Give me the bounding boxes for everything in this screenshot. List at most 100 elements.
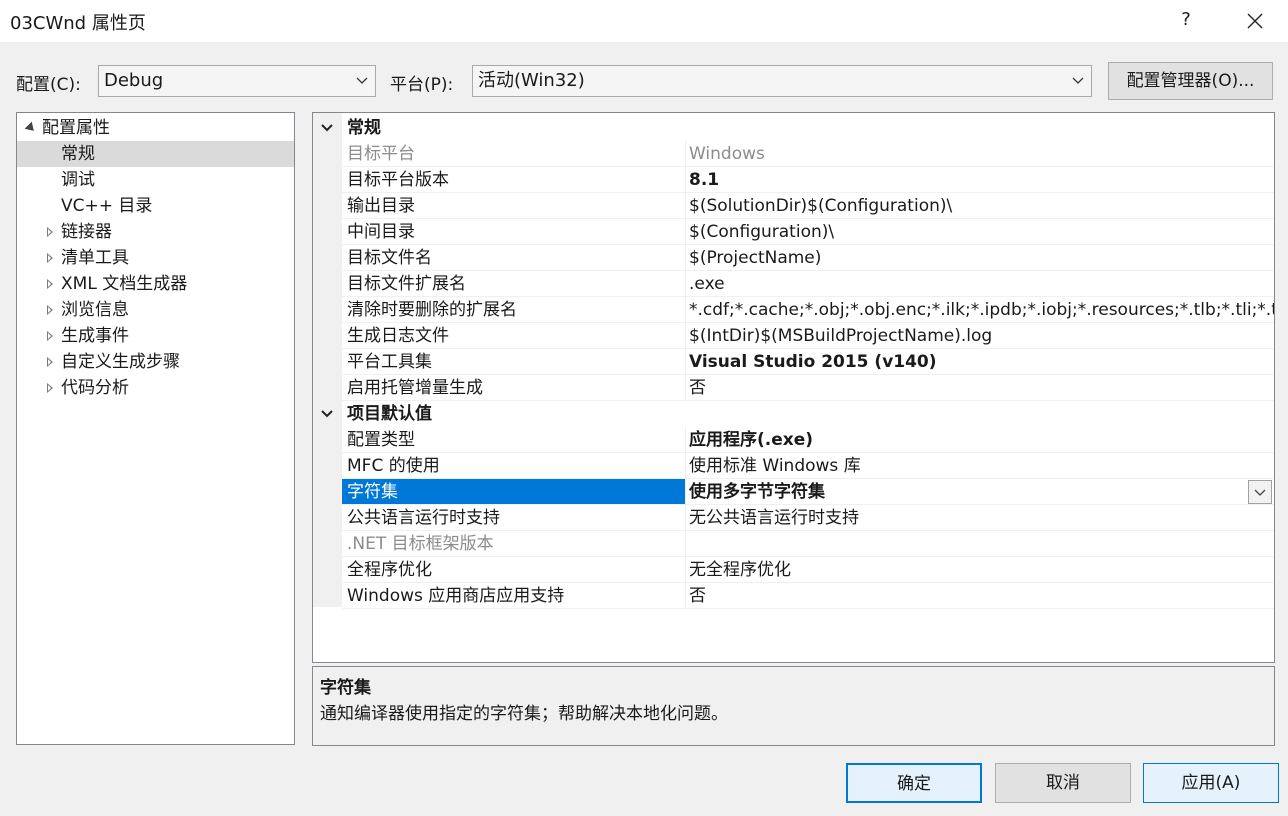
property-row[interactable]: MFC 的使用 使用标准 Windows 库: [313, 453, 1274, 479]
property-value[interactable]: 无全程序优化: [689, 557, 791, 583]
ok-button[interactable]: 确定: [846, 763, 982, 803]
property-value[interactable]: 8.1: [689, 167, 719, 193]
value-dropdown-button[interactable]: [1248, 480, 1272, 504]
row-divider: [342, 608, 1274, 609]
collapsed-triangle-icon: [47, 357, 53, 367]
apply-button[interactable]: 应用(A): [1143, 763, 1279, 803]
column-divider: [685, 375, 686, 401]
column-divider: [685, 583, 686, 609]
property-value[interactable]: Windows: [689, 141, 765, 167]
column-divider: [685, 505, 686, 531]
close-button[interactable]: [1240, 6, 1270, 36]
platform-combo[interactable]: 活动(Win32): [472, 65, 1092, 97]
grid-category-title: 项目默认值: [347, 404, 432, 424]
property-row[interactable]: 全程序优化 无全程序优化: [313, 557, 1274, 583]
property-row[interactable]: 目标平台版本 8.1: [313, 167, 1274, 193]
property-row[interactable]: 目标文件扩展名 .exe: [313, 271, 1274, 297]
property-name: 公共语言运行时支持: [347, 508, 500, 528]
tree-item[interactable]: 链接器: [17, 219, 294, 245]
tree-item[interactable]: 自定义生成步骤: [17, 349, 294, 375]
collapsed-triangle-icon: [47, 305, 53, 315]
property-value[interactable]: $(IntDir)$(MSBuildProjectName).log: [689, 323, 992, 349]
tree-item[interactable]: 调试: [17, 167, 294, 193]
property-name: 中间目录: [347, 222, 415, 242]
cancel-button[interactable]: 取消: [995, 763, 1131, 803]
tree-item[interactable]: 浏览信息: [17, 297, 294, 323]
property-row[interactable]: Windows 应用商店应用支持 否: [313, 583, 1274, 609]
property-value[interactable]: Visual Studio 2015 (v140): [689, 349, 937, 375]
tree-item-label: VC++ 目录: [61, 196, 153, 216]
description-text: 通知编译器使用指定的字符集；帮助解决本地化问题。: [320, 704, 728, 724]
column-divider: [685, 531, 686, 557]
chevron-down-icon: [349, 66, 375, 96]
description-title: 字符集: [320, 678, 371, 698]
collapsed-triangle-icon: [47, 331, 53, 341]
property-row[interactable]: 清除时要删除的扩展名 *.cdf;*.cache;*.obj;*.obj.enc;…: [313, 297, 1274, 323]
property-row[interactable]: .NET 目标框架版本: [313, 531, 1274, 557]
tree-item-label: XML 文档生成器: [61, 274, 188, 294]
tree-item[interactable]: VC++ 目录: [17, 193, 294, 219]
tree-item-label: 代码分析: [61, 378, 129, 398]
grid-category[interactable]: 常规: [313, 115, 1274, 141]
property-value[interactable]: $(Configuration)\: [689, 219, 834, 245]
collapsed-triangle-icon: [47, 227, 53, 237]
title-bar: 03CWnd 属性页 ?: [0, 0, 1288, 42]
property-row[interactable]: 公共语言运行时支持 无公共语言运行时支持: [313, 505, 1274, 531]
property-row[interactable]: 平台工具集 Visual Studio 2015 (v140): [313, 349, 1274, 375]
property-row[interactable]: 目标文件名 $(ProjectName): [313, 245, 1274, 271]
property-row[interactable]: 启用托管增量生成 否: [313, 375, 1274, 401]
tree-item[interactable]: 常规: [17, 141, 294, 167]
property-row[interactable]: 目标平台 Windows: [313, 141, 1274, 167]
property-value[interactable]: 否: [689, 375, 706, 401]
property-name: 配置类型: [347, 430, 415, 450]
config-manager-button[interactable]: 配置管理器(O)...: [1108, 62, 1273, 100]
platform-combo-value: 活动(Win32): [478, 70, 585, 91]
property-row[interactable]: 输出目录 $(SolutionDir)$(Configuration)\: [313, 193, 1274, 219]
property-value[interactable]: *.cdf;*.cache;*.obj;*.obj.enc;*.ilk;*.ip…: [689, 297, 1274, 323]
tree-item[interactable]: 代码分析: [17, 375, 294, 401]
tree-item-label: 链接器: [61, 222, 112, 242]
property-value[interactable]: 无公共语言运行时支持: [689, 505, 859, 531]
column-divider: [685, 349, 686, 375]
property-value[interactable]: $(SolutionDir)$(Configuration)\: [689, 193, 952, 219]
collapsed-triangle-icon: [47, 383, 53, 393]
property-row[interactable]: 配置类型 应用程序(.exe): [313, 427, 1274, 453]
property-name: 启用托管增量生成: [347, 378, 483, 398]
property-name: 目标文件名: [347, 248, 432, 268]
column-divider: [685, 167, 686, 193]
expanded-triangle-icon: [24, 121, 38, 135]
property-row[interactable]: 字符集 使用多字节字符集: [313, 479, 1274, 505]
tree-root-label: 配置属性: [42, 118, 110, 138]
tree-root[interactable]: 配置属性: [17, 115, 294, 141]
property-name: 全程序优化: [347, 560, 432, 580]
tree-item-label: 调试: [61, 170, 95, 190]
property-row[interactable]: 生成日志文件 $(IntDir)$(MSBuildProjectName).log: [313, 323, 1274, 349]
platform-label: 平台(P):: [390, 75, 454, 95]
help-button[interactable]: ?: [1172, 6, 1200, 34]
column-divider: [685, 141, 686, 167]
property-value[interactable]: 应用程序(.exe): [689, 427, 813, 453]
grid-category[interactable]: 项目默认值: [313, 401, 1274, 427]
tree-item[interactable]: 清单工具: [17, 245, 294, 271]
column-divider: [685, 271, 686, 297]
property-row[interactable]: 中间目录 $(Configuration)\: [313, 219, 1274, 245]
close-icon: [1247, 13, 1263, 29]
tree-item[interactable]: XML 文档生成器: [17, 271, 294, 297]
property-value[interactable]: 否: [689, 583, 706, 609]
property-value[interactable]: $(ProjectName): [689, 245, 821, 271]
property-name: 生成日志文件: [347, 326, 449, 346]
tree-item[interactable]: 生成事件: [17, 323, 294, 349]
chevron-down-icon: [1065, 66, 1091, 96]
tree-item-label: 清单工具: [61, 248, 129, 268]
property-grid: 常规目标平台 Windows 目标平台版本 8.1 输出目录 $(SolutionDir)…: [312, 112, 1275, 663]
column-divider: [685, 479, 686, 505]
column-divider: [685, 193, 686, 219]
grid-category-title: 常规: [347, 118, 381, 138]
config-combo[interactable]: Debug: [98, 65, 376, 97]
property-value[interactable]: 使用多字节字符集: [689, 479, 825, 505]
column-divider: [685, 557, 686, 583]
property-value[interactable]: .exe: [689, 271, 725, 297]
property-name: .NET 目标框架版本: [347, 534, 494, 554]
property-value[interactable]: 使用标准 Windows 库: [689, 453, 861, 479]
column-divider: [685, 453, 686, 479]
